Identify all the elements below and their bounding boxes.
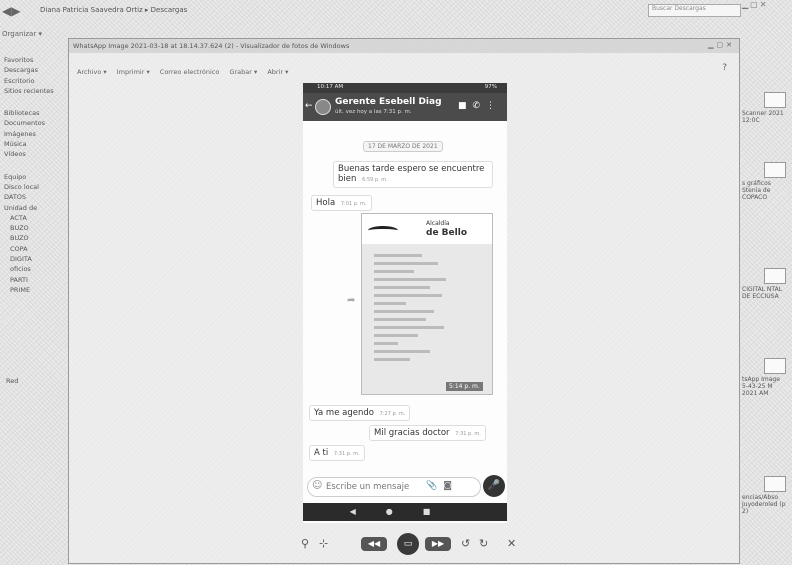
attach-camera-icons[interactable]: 📎◙ — [426, 481, 458, 491]
zoom-icon[interactable]: ⚲ — [301, 537, 309, 550]
battery-level: 97% — [484, 84, 497, 90]
message-text: Mil gracias doctor — [374, 428, 450, 438]
window-controls[interactable]: ▁▢✕ — [742, 0, 768, 9]
slideshow-button[interactable]: ▭ — [397, 533, 419, 555]
sidebar-item-folder[interactable]: BUZO — [4, 223, 66, 233]
input-placeholder: Escribe un mensaje — [326, 482, 410, 492]
sidebar-item-desktop[interactable]: Escritorio — [4, 76, 66, 86]
android-nav-bar[interactable]: ◀●■ — [303, 503, 507, 521]
file-thumbnail[interactable]: s gráficos Stenia de COPACO — [742, 162, 786, 201]
logo-swoosh-icon — [368, 226, 398, 235]
contact-name: Gerente Esebell Diag — [335, 97, 442, 107]
message-bubble: Mil gracias doctor 7:31 p. m. — [369, 425, 486, 441]
image-message[interactable]: Alcaldía de Bello 5:14 p. m. — [361, 213, 493, 395]
sidebar-item-folder[interactable]: DIGITA — [4, 254, 66, 264]
search-input[interactable]: Buscar Descargas — [648, 4, 741, 17]
file-thumbnail[interactable]: tsApp Image 5-43-25 M 2021 AM — [742, 358, 786, 397]
sidebar-item-documents[interactable]: Documentos — [4, 118, 66, 128]
menu-email[interactable]: Correo electrónico — [160, 68, 220, 76]
sidebar-item-folder[interactable]: COPA — [4, 244, 66, 254]
message-bubble: Hola 7:01 p. m. — [311, 195, 372, 211]
call-icons[interactable]: ■✆⋮ — [458, 101, 501, 111]
document-text-lines — [374, 254, 454, 366]
document-title: Alcaldía — [426, 220, 450, 227]
menu-print[interactable]: Imprimir ▾ — [117, 68, 150, 76]
viewer-title-bar: WhatsApp Image 2021-03-18 at 18.14.37.62… — [69, 39, 739, 53]
message-bubble: A ti 7:31 p. m. — [309, 445, 365, 461]
rotate-left-icon[interactable]: ↺ — [461, 537, 470, 550]
message-time: 7:31 p. m. — [455, 431, 481, 437]
whatsapp-screenshot: 10:17 AM 97% ← Gerente Esebell Diag últ.… — [303, 83, 507, 523]
menu-burn[interactable]: Grabar ▾ — [229, 68, 257, 76]
sidebar-item-network[interactable]: Red — [6, 377, 18, 385]
explorer-address-bar: ◀▶ Diana Patricia Saavedra Ortiz ▸ Desca… — [0, 0, 792, 22]
sidebar-item-folder[interactable]: oficios — [4, 264, 66, 274]
message-bubble: Buenas tarde espero se encuentre bien 6:… — [333, 161, 493, 188]
back-forward-buttons[interactable]: ◀▶ — [2, 4, 20, 18]
explorer-sidebar: Favoritos Descargas Escritorio Sitios re… — [4, 55, 66, 295]
sidebar-item-datos[interactable]: DATOS — [4, 192, 66, 202]
message-text: A ti — [314, 448, 329, 458]
sidebar-item-computer[interactable]: Equipo — [4, 172, 66, 182]
message-time: 7:27 p. m. — [379, 411, 406, 417]
sidebar-item-unit[interactable]: Unidad de — [4, 203, 66, 213]
file-thumbnail[interactable]: CIGITAL NTAL DE ECCIUSA — [742, 268, 786, 300]
image-time: 5:14 p. m. — [446, 382, 483, 391]
message-bubble: Ya me agendo 7:27 p. m. — [309, 405, 411, 421]
sidebar-item-libraries[interactable]: Bibliotecas — [4, 108, 66, 118]
sidebar-item-folder[interactable]: BUZO — [4, 233, 66, 243]
message-input-row: ☺ Escribe un mensaje 📎◙ 🎤 — [307, 475, 505, 497]
message-time: 7:31 p. m. — [333, 451, 360, 457]
file-thumbnail[interactable]: encias/Abso Juyoderoled (p 2) — [742, 476, 786, 515]
breadcrumb[interactable]: Diana Patricia Saavedra Ortiz ▸ Descarga… — [40, 6, 187, 14]
message-time: 7:01 p. m. — [340, 201, 367, 207]
contact-last-seen: últ. vez hoy a las 7:31 p. m. — [335, 109, 412, 115]
date-chip: 17 DE MARZO DE 2021 — [363, 141, 443, 152]
message-input[interactable]: ☺ Escribe un mensaje 📎◙ — [307, 477, 481, 497]
avatar[interactable] — [315, 99, 331, 115]
photo-viewer-window: WhatsApp Image 2021-03-18 at 18.14.37.62… — [68, 38, 740, 564]
message-text: Ya me agendo — [314, 408, 374, 418]
document-header: Alcaldía de Bello — [362, 214, 492, 244]
sidebar-item-videos[interactable]: Vídeos — [4, 149, 66, 159]
actual-size-icon[interactable]: ⊹ — [319, 537, 328, 550]
delete-icon[interactable]: ✕ — [507, 537, 516, 550]
viewer-window-controls[interactable]: ▁▢✕ — [708, 41, 735, 49]
menu-file[interactable]: Archivo ▾ — [77, 68, 107, 76]
file-thumbnail[interactable]: Scanner 2021 12:0C — [742, 92, 786, 124]
sidebar-item-folder[interactable]: PRIME — [4, 285, 66, 295]
previous-button[interactable]: ◀◀ — [361, 537, 387, 551]
message-text: Buenas tarde espero se encuentre bien — [338, 164, 485, 184]
back-arrow-icon[interactable]: ← — [305, 101, 313, 111]
sidebar-item-favorites[interactable]: Favoritos — [4, 55, 66, 65]
help-icon[interactable]: ? — [722, 63, 727, 73]
next-button[interactable]: ▶▶ — [425, 537, 451, 551]
phone-status-bar: 10:17 AM 97% — [303, 83, 507, 93]
sidebar-item-images[interactable]: Imágenes — [4, 129, 66, 139]
sidebar-item-disk[interactable]: Disco local — [4, 182, 66, 192]
forward-icon[interactable]: ➦ — [347, 295, 355, 306]
sidebar-item-folder[interactable]: PARTI — [4, 275, 66, 285]
mic-button[interactable]: 🎤 — [483, 475, 505, 497]
menu-open[interactable]: Abrir ▾ — [267, 68, 288, 76]
sidebar-item-recent[interactable]: Sitios recientes — [4, 86, 66, 96]
sidebar-item-music[interactable]: Música — [4, 139, 66, 149]
rotate-right-icon[interactable]: ↻ — [479, 537, 488, 550]
message-time: 6:59 p. m. — [362, 177, 388, 183]
viewer-menu-bar: Archivo ▾ Imprimir ▾ Correo electrónico … — [77, 68, 296, 76]
emoji-icon[interactable]: ☺ — [312, 480, 322, 491]
window-title: WhatsApp Image 2021-03-18 at 18.14.37.62… — [73, 42, 350, 50]
message-text: Hola — [316, 198, 336, 208]
viewer-toolbar: ⚲ ⊹ ◀◀ ▭ ▶▶ ↺ ↻ ✕ — [297, 533, 527, 557]
status-time: 10:17 AM — [317, 84, 344, 90]
chat-header: ← Gerente Esebell Diag últ. vez hoy a la… — [303, 93, 507, 121]
sidebar-item-folder[interactable]: ACTA — [4, 213, 66, 223]
sidebar-item-downloads[interactable]: Descargas — [4, 65, 66, 75]
document-subtitle: de Bello — [426, 228, 467, 238]
toolbar-organize[interactable]: Organizar ▾ — [2, 30, 42, 38]
